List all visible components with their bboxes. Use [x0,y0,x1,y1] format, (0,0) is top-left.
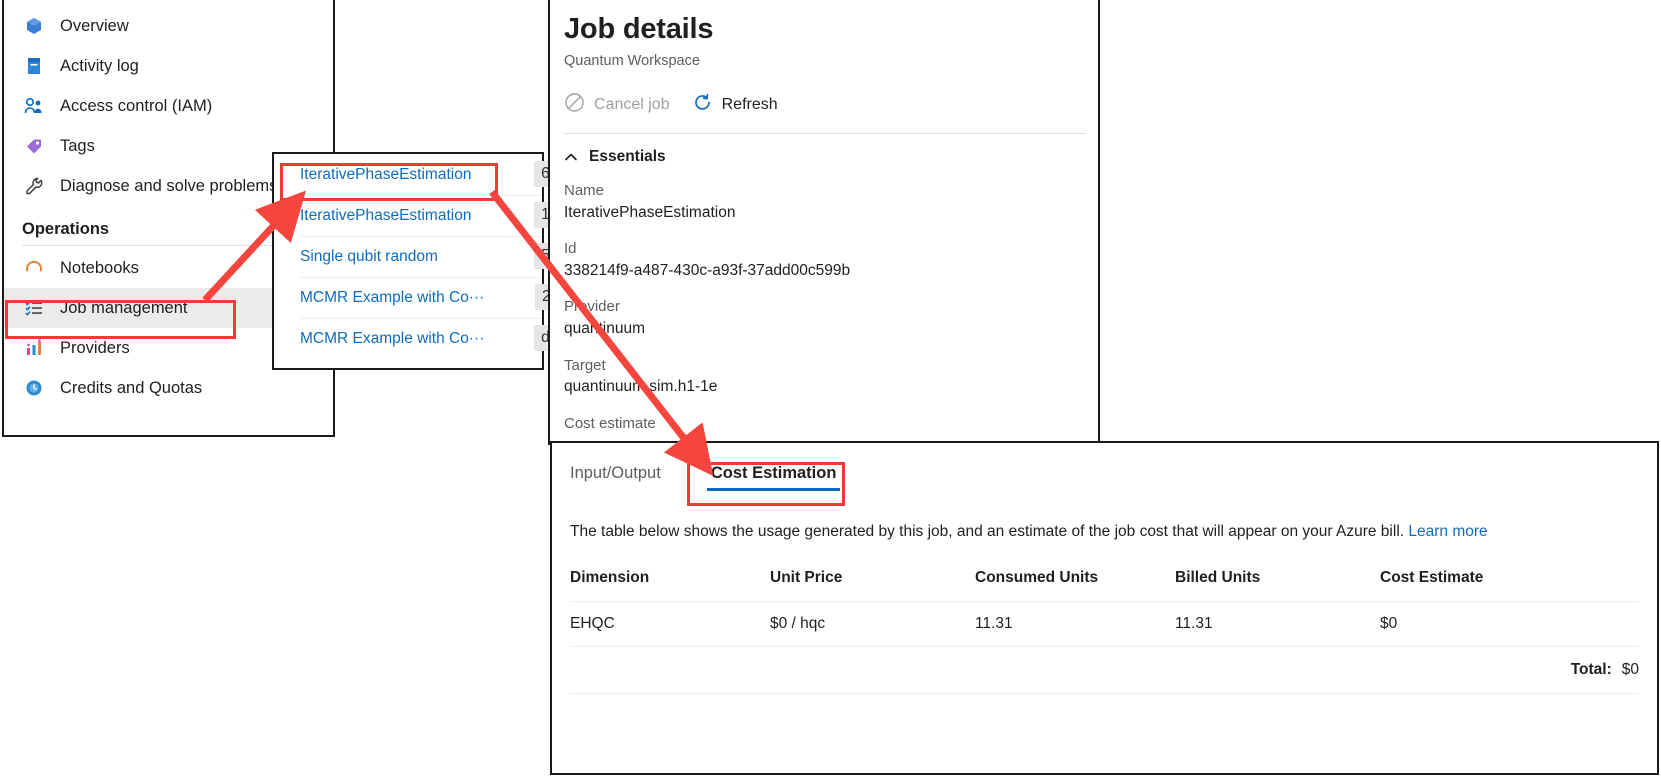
sidebar-item-label: Tags [60,137,95,156]
field-value: IterativePhaseEstimation [564,202,1098,224]
cancel-job-label: Cancel job [594,96,670,114]
sidebar-item-access-control[interactable]: Access control (IAM) [4,86,333,126]
sidebar-item-label: Activity log [60,57,139,76]
cancel-job-button[interactable]: Cancel job [564,92,670,118]
overview-icon [22,14,46,38]
sidebar-item-label: Overview [60,17,129,36]
sidebar-item-label: Access control (IAM) [60,97,212,116]
cell-consumed-units: 11.31 [975,602,1175,647]
diagnose-icon [22,174,46,198]
job-list-row[interactable]: MCMR Example with Co··· 20c [274,277,542,318]
access-control-icon [22,94,46,118]
total-value: $0 [1622,661,1639,678]
cost-description-text: The table below shows the usage generate… [570,523,1404,540]
field-value: quantinuum [564,318,1098,340]
job-name-link[interactable]: MCMR Example with Co··· [300,289,484,307]
column-header-billed-units: Billed Units [1175,569,1380,602]
annotation-highlight-cost-tab [687,462,845,506]
field-key: Cost estimate [564,413,1098,435]
command-bar-divider [564,133,1086,134]
tab-label: Input/Output [570,464,661,482]
cell-cost-estimate: $0 [1380,602,1639,647]
job-list-row[interactable]: Single qubit random 522 [274,236,542,277]
page-title: Job details [564,14,1098,46]
field-key: Name [564,180,1098,202]
field-value: quantinuum.sim.h1-1e [564,376,1098,398]
cell-dimension: EHQC [570,602,770,647]
sidebar-item-label: Diagnose and solve problems [60,177,277,196]
essentials-toggle[interactable]: Essentials [564,148,1098,166]
providers-icon [22,336,46,360]
total-label: Total: [1571,661,1612,678]
tab-input-output[interactable]: Input/Output [570,464,683,495]
total-cell: Total: $0 [570,647,1639,694]
job-name-link[interactable]: MCMR Example with Co··· [300,330,484,348]
job-list-row[interactable]: MCMR Example with Co··· de2 [274,318,542,359]
tags-icon [22,134,46,158]
refresh-label: Refresh [722,96,778,114]
sidebar-item-credits-and-quotas[interactable]: Credits and Quotas [4,368,333,408]
credits-quotas-icon [22,376,46,400]
field-key: Target [564,355,1098,377]
notebooks-icon [22,256,46,280]
field-key: Provider [564,296,1098,318]
field-name: Name IterativePhaseEstimation [564,180,1098,224]
column-header-cost-estimate: Cost Estimate [1380,569,1639,602]
chevron-up-icon [564,150,578,164]
sidebar-item-overview[interactable]: Overview [4,6,333,46]
sidebar-item-label: Credits and Quotas [60,379,202,398]
annotation-highlight-job-row [280,163,498,201]
sidebar-item-label: Providers [60,339,130,358]
cell-unit-price: $0 / hqc [770,602,975,647]
column-header-unit-price: Unit Price [770,569,975,602]
essentials-label: Essentials [589,148,666,166]
column-header-dimension: Dimension [570,569,770,602]
job-list-row[interactable]: IterativePhaseEstimation 187 [274,195,542,236]
field-value: 338214f9-a487-430c-a93f-37add00c599b [564,260,1098,282]
annotation-highlight-job-management [5,300,236,339]
command-bar: Cancel job Refresh [564,91,1098,119]
table-row: EHQC $0 / hqc 11.31 11.31 $0 [570,602,1639,647]
cell-billed-units: 11.31 [1175,602,1380,647]
learn-more-link[interactable]: Learn more [1408,523,1487,540]
job-details-panel: Job details Quantum Workspace Cancel job… [548,0,1100,445]
field-id: Id 338214f9-a487-430c-a93f-37add00c599b [564,238,1098,282]
field-provider: Provider quantinuum [564,296,1098,340]
cost-table: Dimension Unit Price Consumed Units Bill… [570,569,1639,694]
column-header-consumed-units: Consumed Units [975,569,1175,602]
table-header-row: Dimension Unit Price Consumed Units Bill… [570,569,1639,602]
cancel-icon [564,92,585,118]
sidebar-item-label: Notebooks [60,259,139,278]
refresh-icon [692,92,713,118]
field-target: Target quantinuum.sim.h1-1e [564,355,1098,399]
table-total-row: Total: $0 [570,647,1639,694]
sidebar-item-activity-log[interactable]: Activity log [4,46,333,86]
job-name-link[interactable]: Single qubit random [300,248,438,266]
refresh-button[interactable]: Refresh [692,92,778,118]
activity-log-icon [22,54,46,78]
page-subtitle: Quantum Workspace [564,53,1098,69]
job-name-link[interactable]: IterativePhaseEstimation [300,207,471,225]
field-key: Id [564,238,1098,260]
